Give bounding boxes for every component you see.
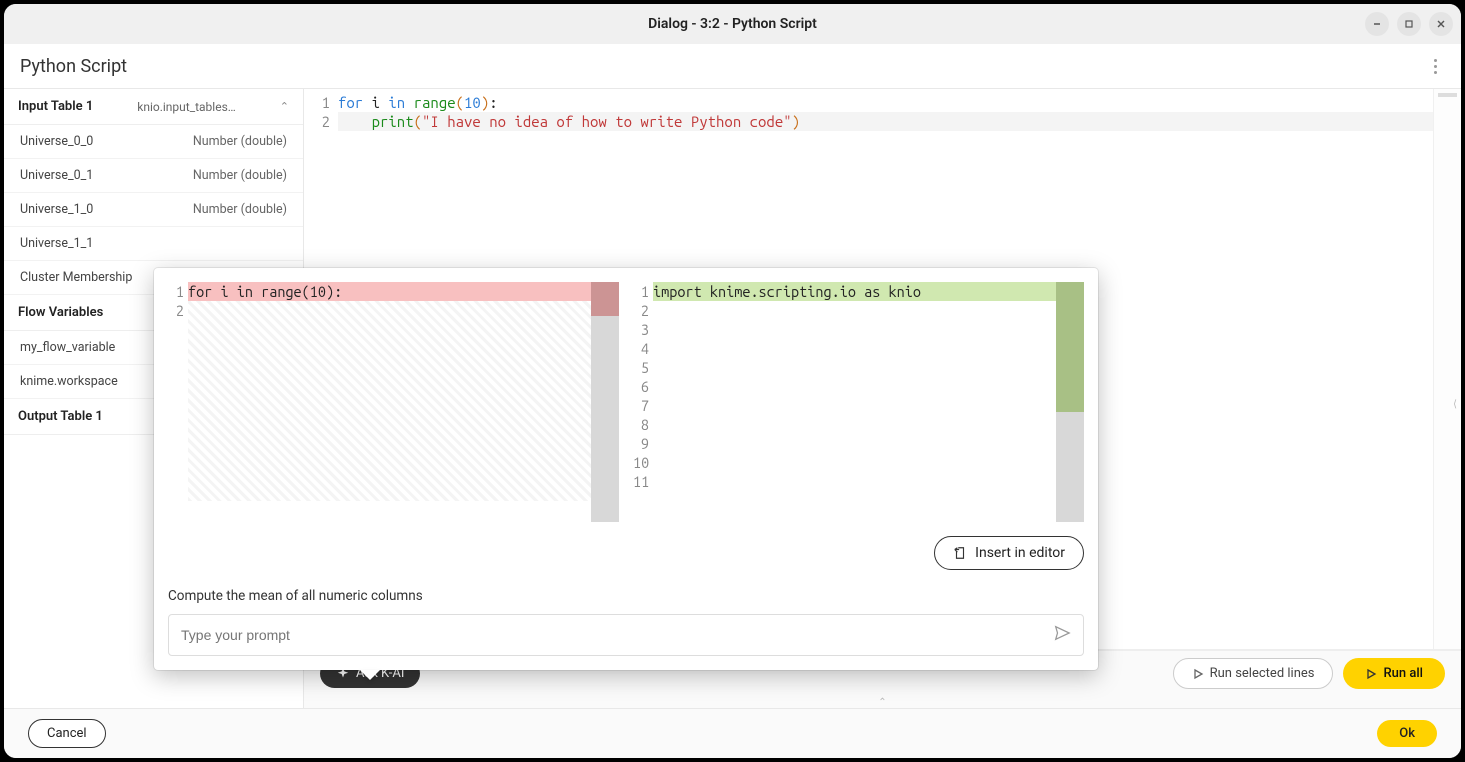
window-controls bbox=[1365, 12, 1453, 36]
ok-button[interactable]: Ok bbox=[1377, 720, 1437, 747]
titlebar: Dialog - 3:2 - Python Script bbox=[4, 4, 1461, 44]
sidebar-section-input-table[interactable]: Input Table 1 knio.input_tables… ⌃ bbox=[4, 89, 303, 125]
footer: Cancel Ok bbox=[4, 708, 1461, 758]
diff-minimap bbox=[591, 282, 619, 522]
play-icon bbox=[1192, 668, 1204, 680]
table-row[interactable]: Universe_1_1 bbox=[4, 227, 303, 261]
insert-icon bbox=[953, 546, 967, 560]
prompt-input-container bbox=[168, 614, 1084, 656]
header: Python Script bbox=[4, 44, 1461, 88]
minimize-icon[interactable] bbox=[1365, 12, 1389, 36]
prompt-input[interactable] bbox=[181, 627, 1053, 643]
sidebar-section-subtitle: knio.input_tables… bbox=[137, 100, 236, 114]
body: Input Table 1 knio.input_tables… ⌃ Unive… bbox=[4, 88, 1461, 708]
table-row[interactable]: Universe_0_1Number (double) bbox=[4, 159, 303, 193]
table-row[interactable]: Universe_1_0Number (double) bbox=[4, 193, 303, 227]
page-title: Python Script bbox=[20, 56, 127, 77]
ai-suggestion-popup: 12 for i in range(10): print("I have no … bbox=[154, 268, 1098, 670]
diff-right-pane[interactable]: 1234567891011 import knime.scripting.io … bbox=[633, 282, 1084, 522]
table-row[interactable]: Universe_0_0Number (double) bbox=[4, 125, 303, 159]
kebab-menu-icon[interactable] bbox=[1425, 59, 1445, 74]
insert-in-editor-button[interactable]: Insert in editor bbox=[934, 536, 1084, 570]
chevron-up-icon: ⌃ bbox=[280, 100, 289, 113]
send-icon[interactable] bbox=[1053, 624, 1071, 646]
sidebar-section-label: Output Table 1 bbox=[18, 409, 103, 424]
sidebar-section-label: Input Table 1 bbox=[18, 99, 93, 114]
maximize-icon[interactable] bbox=[1397, 12, 1421, 36]
run-all-button[interactable]: Run all bbox=[1343, 658, 1445, 689]
collapse-handle-icon[interactable]: ⟨ bbox=[1453, 399, 1457, 410]
window: Dialog - 3:2 - Python Script Python Scri… bbox=[4, 4, 1461, 758]
close-icon[interactable] bbox=[1429, 12, 1453, 36]
diff-view: 12 for i in range(10): print("I have no … bbox=[168, 282, 1084, 522]
cancel-button[interactable]: Cancel bbox=[28, 719, 106, 748]
play-icon bbox=[1365, 668, 1377, 680]
prompt-label: Compute the mean of all numeric columns bbox=[168, 588, 1084, 604]
minimap[interactable] bbox=[1433, 89, 1461, 649]
resize-grip-icon[interactable]: ⌃ bbox=[304, 696, 1461, 708]
run-selected-button[interactable]: Run selected lines bbox=[1173, 658, 1334, 689]
diff-minimap bbox=[1056, 282, 1084, 522]
sidebar-section-label: Flow Variables bbox=[18, 305, 103, 320]
diff-left-pane[interactable]: 12 for i in range(10): print("I have no … bbox=[168, 282, 619, 522]
window-title: Dialog - 3:2 - Python Script bbox=[648, 16, 817, 32]
